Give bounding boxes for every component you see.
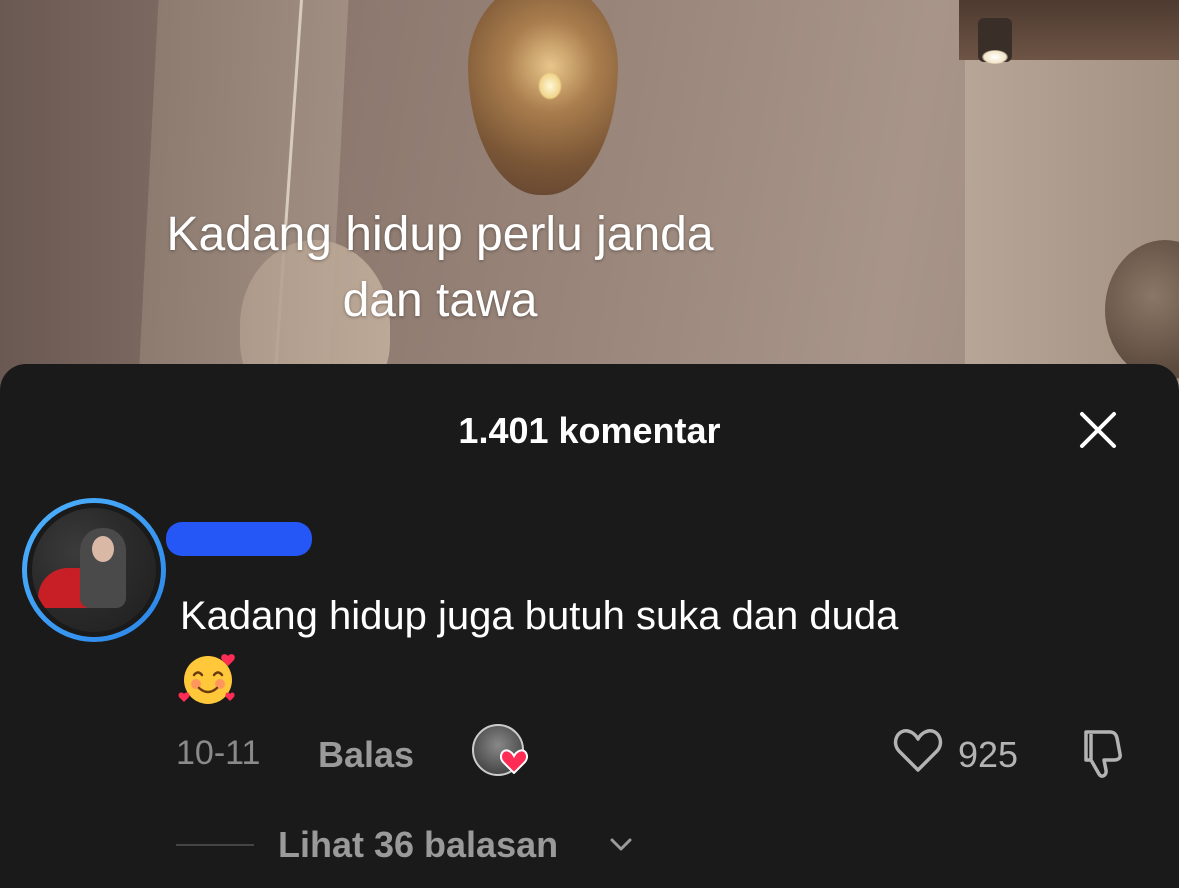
like-button[interactable] xyxy=(892,726,944,776)
reply-button[interactable]: Balas xyxy=(318,734,414,776)
video-lamp-bulb xyxy=(538,72,562,100)
like-count: 925 xyxy=(958,734,1019,775)
video-caption-line-1: Kadang hidup perlu janda xyxy=(166,208,714,261)
smiling-face-with-hearts-icon xyxy=(178,654,235,704)
creator-liked-badge xyxy=(472,724,532,782)
comment-date: 10-11 xyxy=(176,734,261,772)
thumbs-down-icon xyxy=(1084,730,1122,778)
comment-text: Kadang hidup juga butuh suka dan duda xyxy=(180,594,899,638)
comment-meta-row: 10-11 Balas 925 xyxy=(176,724,1136,784)
heart-badge-icon xyxy=(500,749,528,774)
commenter-avatar[interactable] xyxy=(22,498,166,642)
username-redacted[interactable] xyxy=(166,522,312,556)
video-caption: Kadang hidup perlu janda dan tawa xyxy=(60,202,820,334)
chevron-down-icon xyxy=(610,838,632,851)
comments-count-title: 1.401 komentar xyxy=(458,410,721,451)
video-background: Kadang hidup perlu janda dan tawa xyxy=(0,0,1179,400)
video-spotlight-glow xyxy=(982,50,1008,64)
dislike-button[interactable] xyxy=(1076,726,1132,780)
view-replies-label: Lihat 36 balasan xyxy=(278,824,559,865)
comments-sheet: 1.401 komentar Kadang hidup juga butuh s… xyxy=(0,364,1179,888)
replies-divider-line xyxy=(176,844,254,846)
view-replies-button[interactable]: Lihat 36 balasan xyxy=(176,820,776,870)
avatar-face xyxy=(92,536,114,562)
close-icon xyxy=(1080,412,1116,448)
avatar-image xyxy=(27,503,161,637)
close-button[interactable] xyxy=(1070,402,1126,458)
video-caption-line-2: dan tawa xyxy=(342,274,538,327)
heart-outline-icon xyxy=(893,729,943,772)
